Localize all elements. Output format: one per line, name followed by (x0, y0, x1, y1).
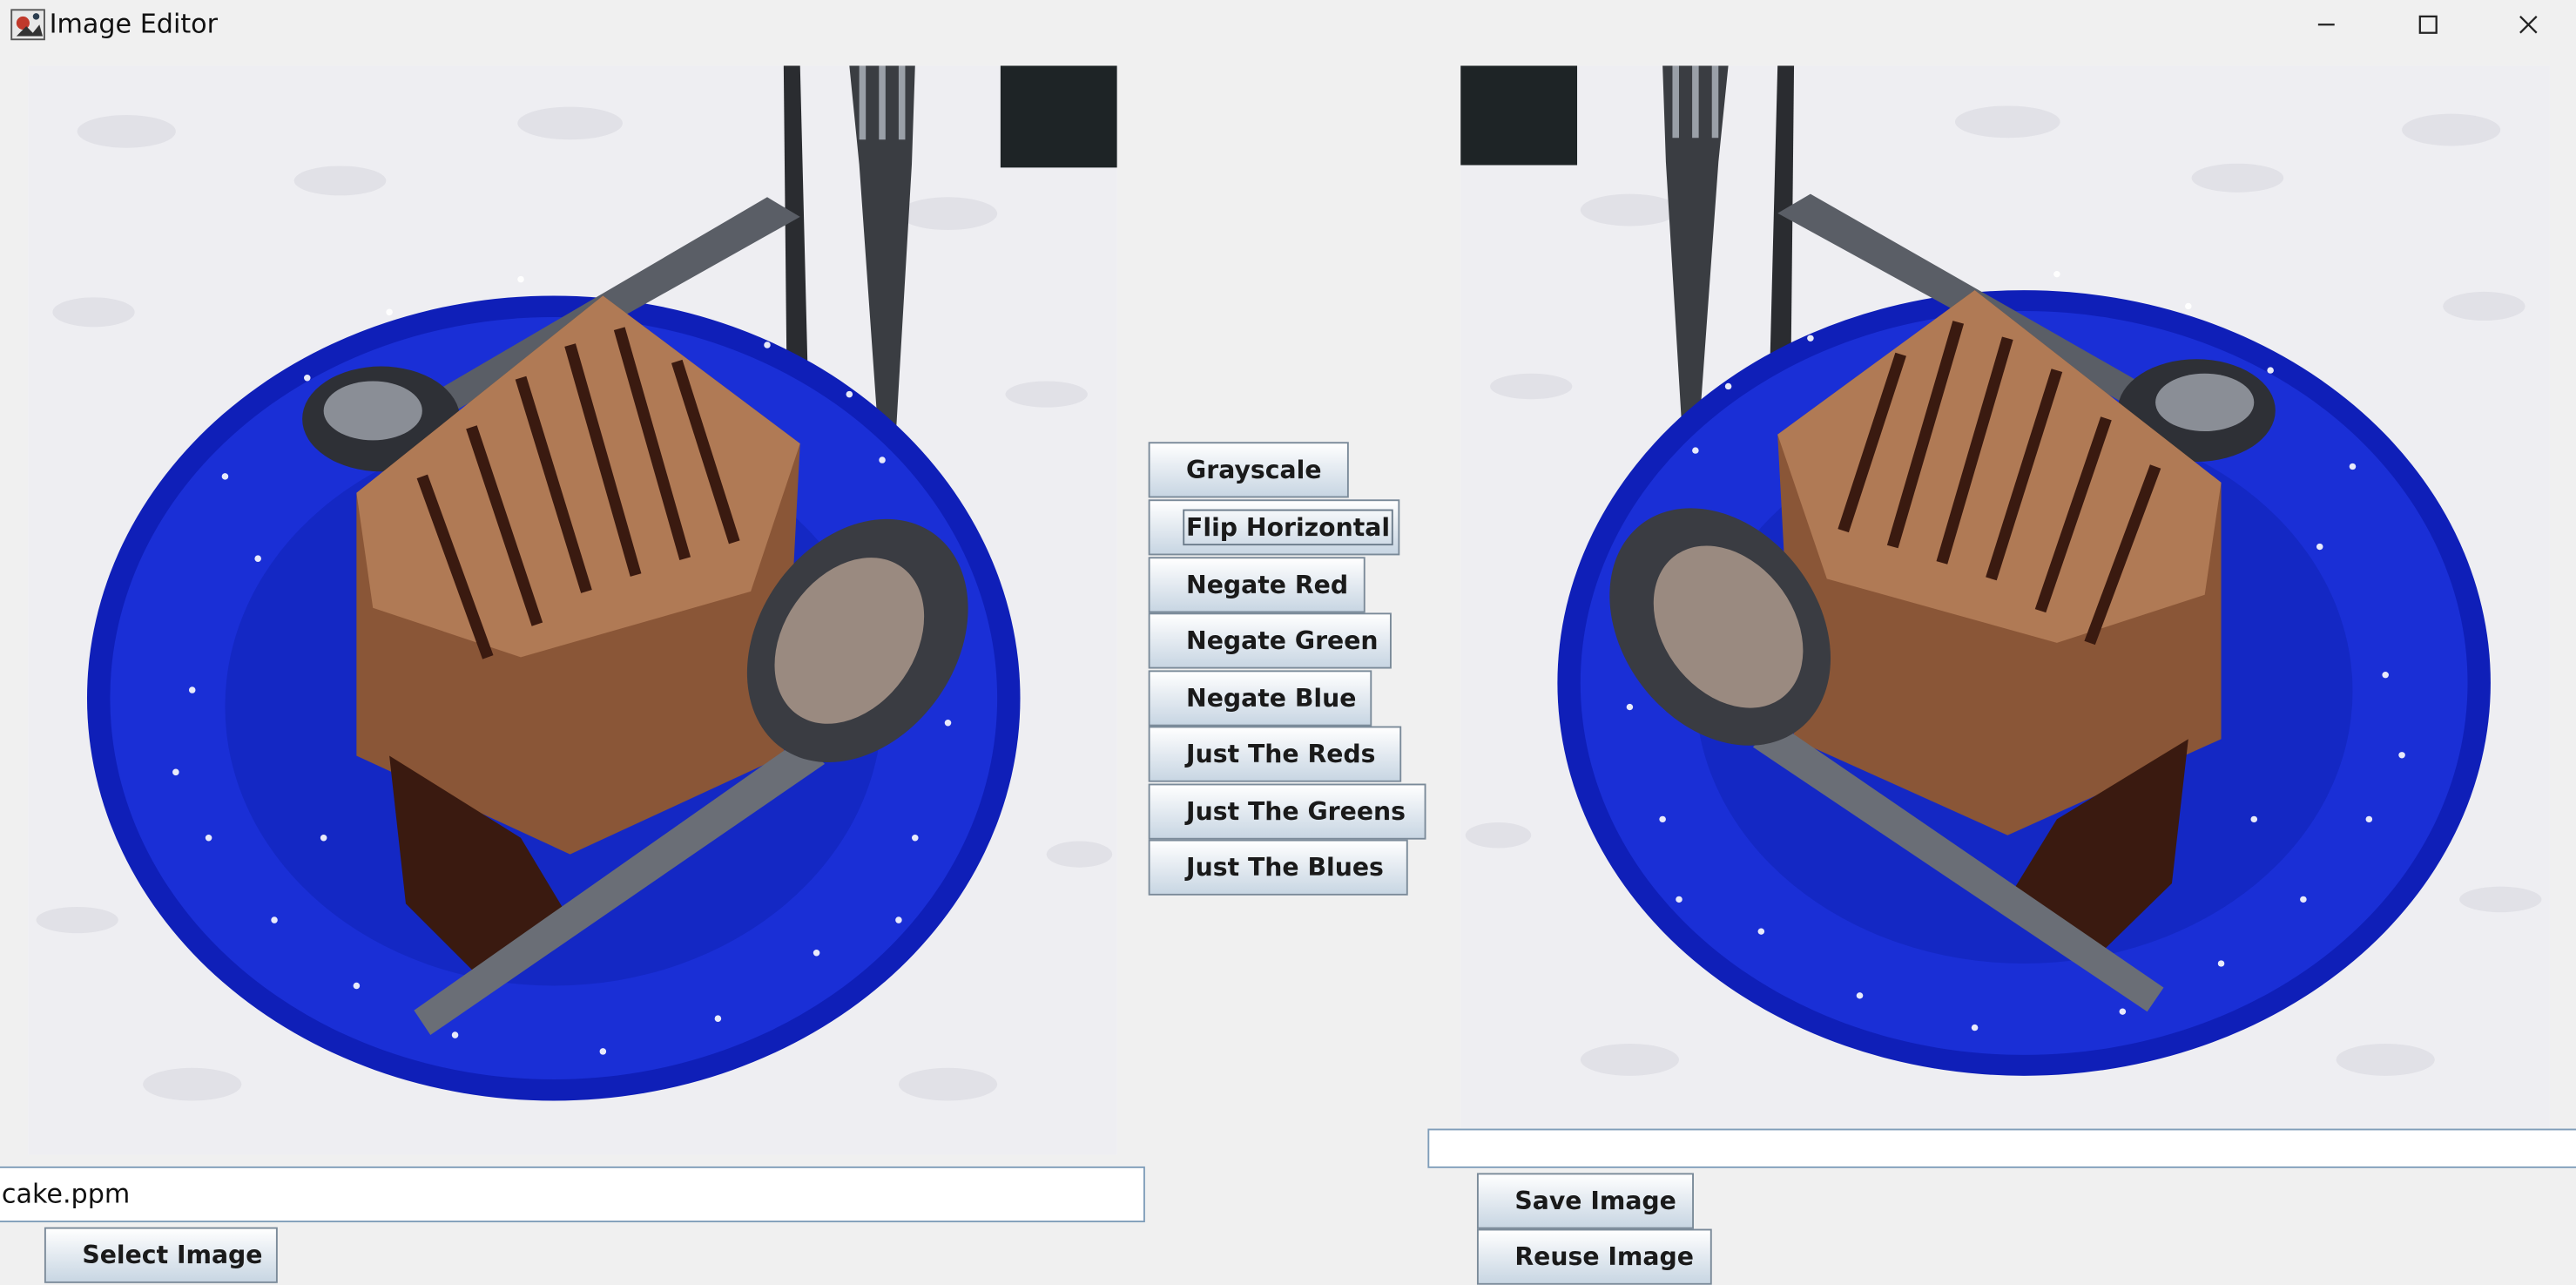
cake-photo-processed (1460, 65, 2550, 1129)
close-button[interactable] (2479, 0, 2576, 50)
grayscale-label: Grayscale (1186, 455, 1322, 485)
save-image-label: Save Image (1514, 1186, 1676, 1216)
just-the-greens-label: Just The Greens (1186, 796, 1406, 827)
just-the-greens-button[interactable]: Just The Greens (1148, 783, 1426, 840)
just-the-blues-button[interactable]: Just The Blues (1148, 839, 1408, 896)
maximize-button[interactable] (2379, 0, 2478, 50)
negate-blue-button[interactable]: Negate Blue (1148, 670, 1372, 727)
select-image-label: Select Image (82, 1240, 263, 1270)
negate-blue-label: Negate Blue (1186, 683, 1357, 714)
negate-red-label: Negate Red (1186, 570, 1349, 600)
maximize-icon (2418, 15, 2438, 34)
just-the-blues-label: Just The Blues (1186, 852, 1384, 883)
window-title: Image Editor (49, 8, 219, 40)
select-image-button[interactable]: Select Image (44, 1227, 278, 1283)
processed-image (1460, 65, 2550, 1129)
flip-horizontal-label: Flip Horizontal (1183, 509, 1393, 546)
flip-horizontal-button[interactable]: Flip Horizontal (1148, 499, 1400, 556)
reuse-image-button[interactable]: Reuse Image (1476, 1228, 1712, 1285)
input-filename-field[interactable]: cake.ppm (0, 1166, 1145, 1223)
negate-green-button[interactable]: Negate Green (1148, 612, 1392, 669)
cake-photo-original (28, 65, 1117, 1155)
just-the-reds-label: Just The Reds (1186, 739, 1376, 769)
original-image (28, 65, 1117, 1155)
just-the-reds-button[interactable]: Just The Reds (1148, 726, 1402, 782)
app-icon (10, 9, 45, 41)
negate-red-button[interactable]: Negate Red (1148, 557, 1366, 613)
minimize-button[interactable] (2277, 0, 2376, 50)
negate-green-label: Negate Green (1186, 626, 1379, 656)
close-icon (2519, 16, 2538, 34)
grayscale-button[interactable]: Grayscale (1148, 442, 1349, 498)
save-image-button[interactable]: Save Image (1476, 1173, 1694, 1229)
minimize-icon (2317, 24, 2335, 26)
output-filename-field[interactable] (1427, 1128, 2576, 1168)
title-bar: Image Editor (0, 0, 2576, 50)
reuse-image-label: Reuse Image (1514, 1241, 1694, 1272)
